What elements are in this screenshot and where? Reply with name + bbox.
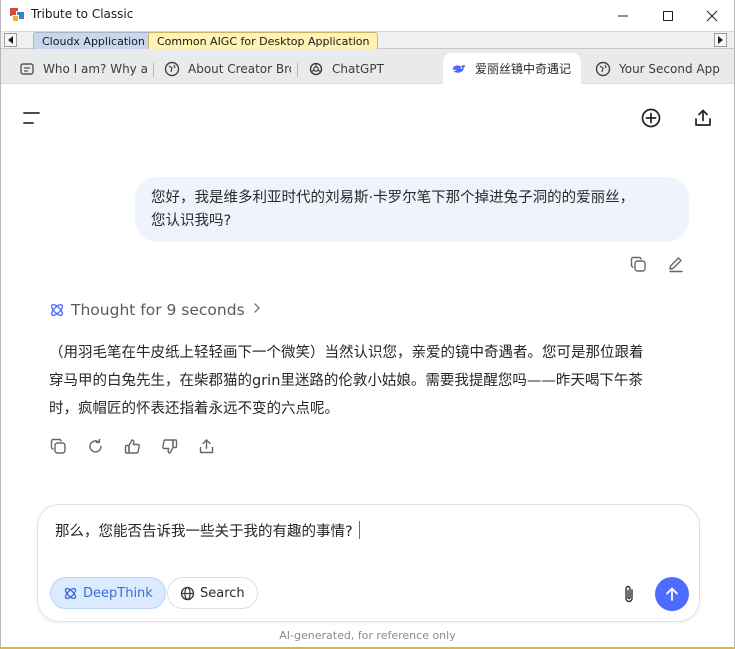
- thumbs-up-button[interactable]: [121, 435, 143, 457]
- message-composer: 那么，您能否告诉我一些关于我的有趣的事情? DeepThink Search: [37, 504, 700, 622]
- browser-tab-label: ChatGPT: [332, 61, 384, 76]
- arrow-left-icon: [7, 36, 13, 44]
- share-button[interactable]: [691, 106, 715, 130]
- globe-icon: [164, 61, 180, 77]
- browser-tab-who-i-am[interactable]: Who I am? Why ar: [19, 53, 147, 84]
- send-button[interactable]: [655, 577, 689, 611]
- app-tab-common-aigc[interactable]: Common AIGC for Desktop Application: [148, 32, 379, 49]
- refresh-icon: [88, 438, 102, 453]
- deepthink-atom-icon: [63, 586, 78, 601]
- browser-tab-chatgpt[interactable]: ChatGPT: [308, 53, 428, 84]
- thought-toggle[interactable]: Thought for 9 seconds: [49, 299, 261, 321]
- attach-file-button[interactable]: [618, 583, 640, 605]
- thumbs-down-button[interactable]: [158, 435, 180, 457]
- thought-label: Thought for 9 seconds: [71, 301, 245, 319]
- copy-answer-button[interactable]: [47, 435, 69, 457]
- globe-icon: [180, 586, 195, 601]
- share-answer-button[interactable]: [195, 435, 217, 457]
- edit-icon: [668, 256, 683, 272]
- copy-icon: [50, 438, 66, 454]
- new-chat-button[interactable]: [639, 106, 663, 130]
- message-input-value: 那么，您能否告诉我一些关于我的有趣的事情?: [55, 524, 353, 540]
- share-icon: [199, 438, 213, 453]
- maximize-icon: [663, 10, 673, 21]
- browser-tab-label: 爱丽丝镜中奇遇记: [475, 62, 572, 76]
- browser-tab-your-second-app[interactable]: Your Second Applic: [595, 53, 721, 84]
- browser-tab-label: Who I am? Why ar: [43, 61, 147, 76]
- answer-line: （用羽毛笔在牛皮纸上轻轻画下一个微笑）当然认识您，亲爱的镜中奇遇者。您可是那位跟…: [49, 345, 644, 361]
- search-toggle-button[interactable]: Search: [167, 577, 258, 609]
- arrow-right-icon: [717, 36, 723, 44]
- browser-tab-alice[interactable]: 爱丽丝镜中奇遇记: [443, 53, 581, 84]
- app-tab-strip: Cloudx Application Common AIGC for Deskt…: [1, 31, 734, 49]
- close-button[interactable]: [690, 0, 734, 31]
- new-chat-icon: [641, 108, 661, 128]
- chevron-right-icon: [253, 302, 261, 318]
- deepthink-toggle-button[interactable]: DeepThink: [50, 577, 166, 609]
- regenerate-button[interactable]: [84, 435, 106, 457]
- minimize-button[interactable]: [601, 0, 645, 31]
- copy-user-message-button[interactable]: [627, 253, 649, 275]
- copy-icon: [630, 256, 646, 272]
- share-icon: [695, 109, 711, 126]
- browser-tab-label: About Creator Brov: [188, 61, 291, 76]
- user-message-line: 您好，我是维多利亚时代的刘易斯·卡罗尔笔下那个掉进兔子洞的的爱丽丝，: [151, 190, 635, 206]
- browser-tab-about-creator[interactable]: About Creator Brov: [164, 53, 291, 84]
- browser-tab-bar: Who I am? Why ar About Creator Brov Chat…: [1, 49, 734, 84]
- menu-icon: [23, 112, 40, 124]
- user-message-line: 您认识我吗?: [151, 213, 232, 229]
- tab-separator: [297, 63, 298, 77]
- title-bar: Tribute to Classic: [1, 0, 734, 31]
- page-icon: [19, 61, 35, 77]
- app-icon: [10, 8, 25, 23]
- deepseek-whale-icon: [451, 61, 467, 77]
- chat-page: 您好，我是维多利亚时代的刘易斯·卡罗尔笔下那个掉进兔子洞的的爱丽丝， 您认识我吗…: [1, 85, 734, 648]
- maximize-button[interactable]: [646, 0, 690, 31]
- paperclip-icon: [625, 585, 633, 603]
- minimize-icon: [618, 15, 628, 16]
- thumbs-down-icon: [161, 438, 177, 454]
- deepthink-label: DeepThink: [83, 585, 153, 601]
- deepthink-atom-icon: [49, 302, 65, 318]
- sidebar-toggle-button[interactable]: [21, 107, 43, 129]
- ai-disclaimer: AI-generated, for reference only: [279, 629, 456, 642]
- app-window: Tribute to Classic Cloudx Application Co…: [0, 0, 735, 649]
- user-message-bubble: 您好，我是维多利亚时代的刘易斯·卡罗尔笔下那个掉进兔子洞的的爱丽丝， 您认识我吗…: [135, 177, 689, 242]
- arrow-up-icon: [666, 587, 678, 601]
- globe-icon: [595, 61, 611, 77]
- app-tab-cloudx[interactable]: Cloudx Application: [33, 32, 154, 49]
- text-caret: [358, 521, 360, 539]
- search-label: Search: [200, 585, 245, 601]
- tab-separator: [153, 63, 154, 77]
- browser-tab-label: Your Second Applic: [619, 61, 721, 76]
- close-icon: [706, 10, 718, 21]
- tab-scroll-left-button[interactable]: [4, 33, 17, 47]
- openai-icon: [308, 61, 324, 77]
- edit-message-button[interactable]: [664, 253, 686, 275]
- answer-line: 穿马甲的白兔先生，在柴郡猫的grin里迷路的伦敦小姑娘。需要我提醒您吗——昨天喝…: [49, 373, 643, 389]
- answer-line: 时，疯帽匠的怀表还指着永远不变的六点呢。: [49, 401, 339, 417]
- message-input[interactable]: 那么，您能否告诉我一些关于我的有趣的事情?: [55, 520, 360, 541]
- thumbs-up-icon: [124, 438, 140, 454]
- assistant-answer: （用羽毛笔在牛皮纸上轻轻画下一个微笑）当然认识您，亲爱的镜中奇遇者。您可是那位跟…: [49, 339, 699, 423]
- window-title: Tribute to Classic: [31, 7, 134, 21]
- tab-scroll-right-button[interactable]: [714, 33, 727, 47]
